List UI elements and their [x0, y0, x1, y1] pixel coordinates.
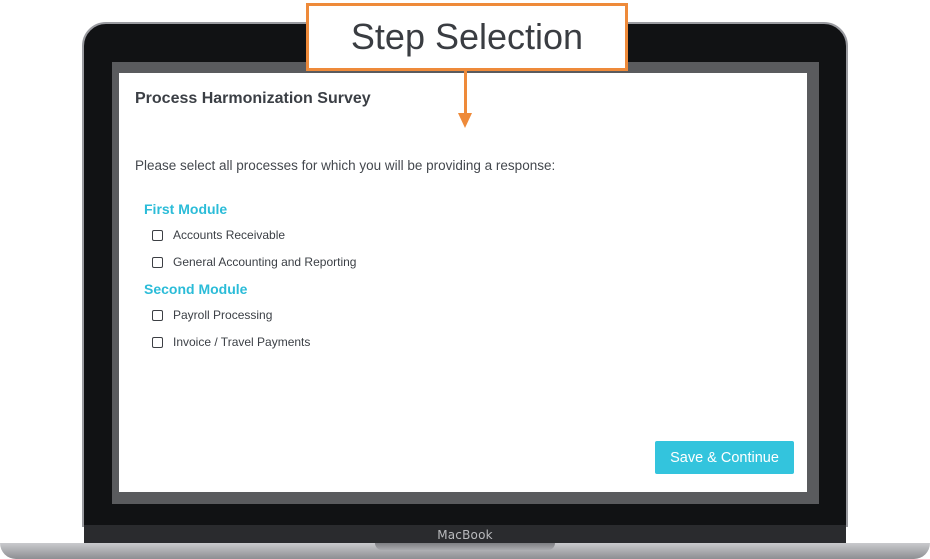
- callout-arrow-shaft: [464, 71, 467, 115]
- laptop-chin: MacBook: [84, 525, 846, 545]
- option-label: Invoice / Travel Payments: [173, 335, 311, 349]
- option-invoice-travel-payments[interactable]: Invoice / Travel Payments: [152, 335, 310, 349]
- module-heading-second: Second Module: [144, 281, 248, 297]
- survey-instructions: Please select all processes for which yo…: [135, 158, 556, 173]
- option-label: Accounts Receivable: [173, 228, 286, 242]
- arrow-down-icon: [458, 113, 472, 128]
- payroll-processing-checkbox[interactable]: [152, 309, 163, 321]
- module-heading-first: First Module: [144, 201, 228, 217]
- callout-label: Step Selection: [350, 16, 584, 57]
- accounts-receivable-checkbox[interactable]: [152, 229, 163, 241]
- option-label: Payroll Processing: [173, 308, 273, 322]
- invoice-travel-payments-checkbox[interactable]: [152, 336, 163, 348]
- option-payroll-processing[interactable]: Payroll Processing: [152, 308, 272, 322]
- option-label: General Accounting and Reporting: [173, 255, 357, 269]
- survey-title: Process Harmonization Survey: [135, 90, 371, 107]
- step-callout: Step Selection: [306, 3, 628, 71]
- general-accounting-checkbox[interactable]: [152, 256, 163, 268]
- save-continue-button[interactable]: Save & Continue: [655, 441, 794, 474]
- device-brand-label: MacBook: [437, 528, 493, 542]
- stage: Process Harmonization Survey Please sele…: [0, 0, 930, 559]
- laptop-notch: [375, 543, 555, 550]
- option-general-accounting[interactable]: General Accounting and Reporting: [152, 255, 356, 269]
- option-accounts-receivable[interactable]: Accounts Receivable: [152, 228, 285, 242]
